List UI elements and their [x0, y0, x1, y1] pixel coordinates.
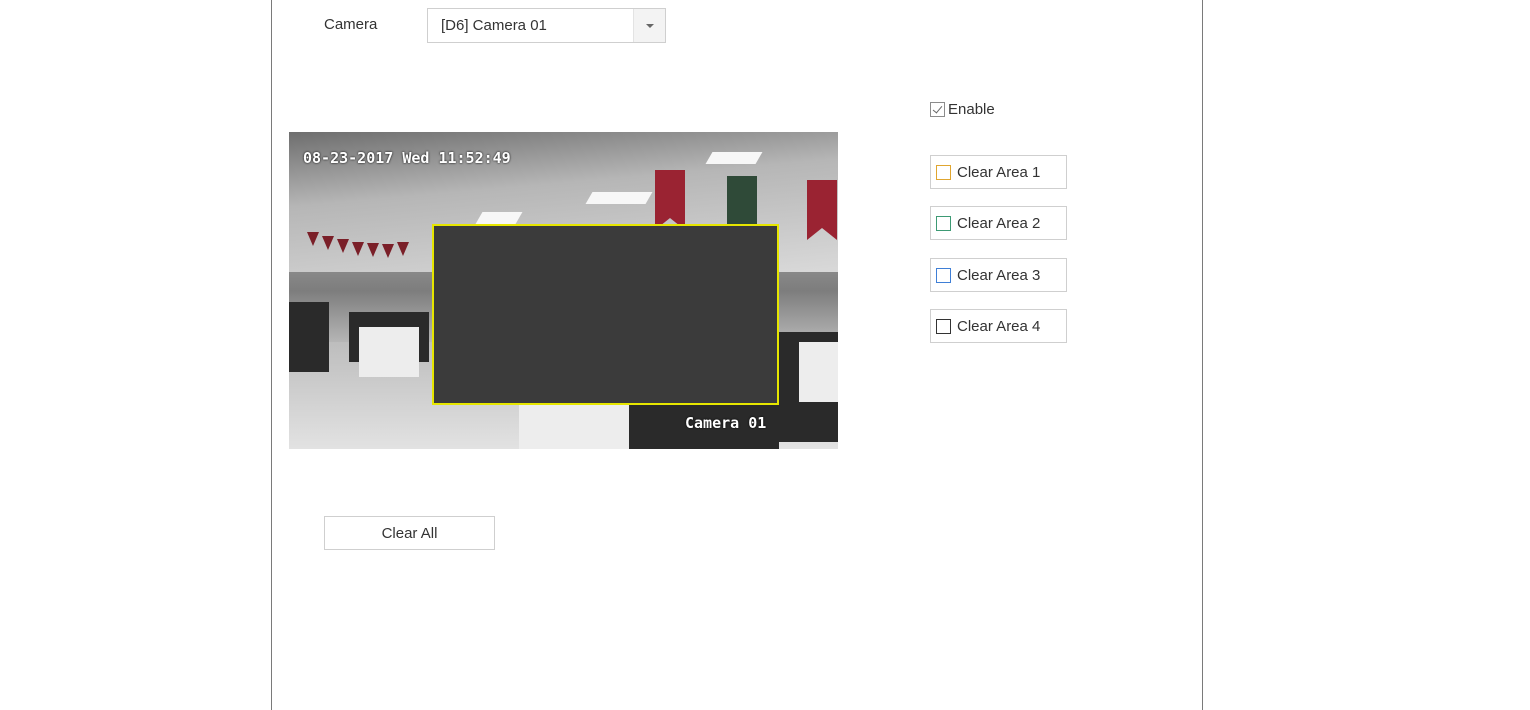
- dropdown-arrow-button[interactable]: [633, 9, 665, 42]
- clear-area-2-button[interactable]: Clear Area 2: [930, 206, 1067, 240]
- caret-down-icon: [645, 23, 654, 28]
- desk: [359, 327, 419, 377]
- clear-area-1-label: Clear Area 1: [957, 163, 1041, 181]
- ceiling-light: [585, 192, 653, 204]
- bunting-flag: [337, 239, 349, 253]
- bunting-flag: [307, 232, 319, 246]
- camera-select-value: [D6] Camera 01: [441, 17, 547, 34]
- bunting-flag: [397, 242, 409, 256]
- area-2-color-icon: [936, 215, 951, 231]
- checkbox-checked-icon[interactable]: [930, 102, 945, 117]
- desk: [519, 402, 629, 449]
- osd-camera-name: Camera 01: [685, 414, 767, 432]
- area-4-color-icon: [936, 318, 951, 334]
- clear-area-4-label: Clear Area 4: [957, 317, 1041, 335]
- camera-label: Camera: [324, 16, 378, 33]
- cubicle: [289, 302, 329, 372]
- camera-select[interactable]: [D6] Camera 01: [427, 8, 666, 43]
- osd-timestamp: 08-23-2017 Wed 11:52:49: [303, 149, 511, 167]
- video-preview[interactable]: 08-23-2017 Wed 11:52:49 Camera 01: [289, 132, 838, 449]
- bunting-flag: [322, 236, 334, 250]
- clear-area-4-button[interactable]: Clear Area 4: [930, 309, 1067, 343]
- area-3-color-icon: [936, 267, 951, 283]
- clear-area-1-button[interactable]: Clear Area 1: [930, 155, 1067, 189]
- privacy-mask-panel: Camera [D6] Camera 01 08-23-2017 Wed 11:…: [271, 0, 1203, 710]
- clear-area-3-label: Clear Area 3: [957, 266, 1041, 284]
- clear-area-2-label: Clear Area 2: [957, 214, 1041, 232]
- bunting-flag: [367, 243, 379, 257]
- bunting-flag: [382, 244, 394, 258]
- clear-all-button[interactable]: Clear All: [324, 516, 495, 550]
- ceiling-light: [705, 152, 763, 164]
- clear-area-3-button[interactable]: Clear Area 3: [930, 258, 1067, 292]
- ceiling-light: [475, 212, 523, 224]
- desk: [799, 342, 838, 402]
- enable-checkbox[interactable]: Enable: [930, 101, 995, 118]
- enable-label: Enable: [948, 101, 995, 118]
- bunting-flag: [352, 242, 364, 256]
- area-1-color-icon: [936, 164, 951, 180]
- privacy-mask-area[interactable]: [432, 224, 779, 405]
